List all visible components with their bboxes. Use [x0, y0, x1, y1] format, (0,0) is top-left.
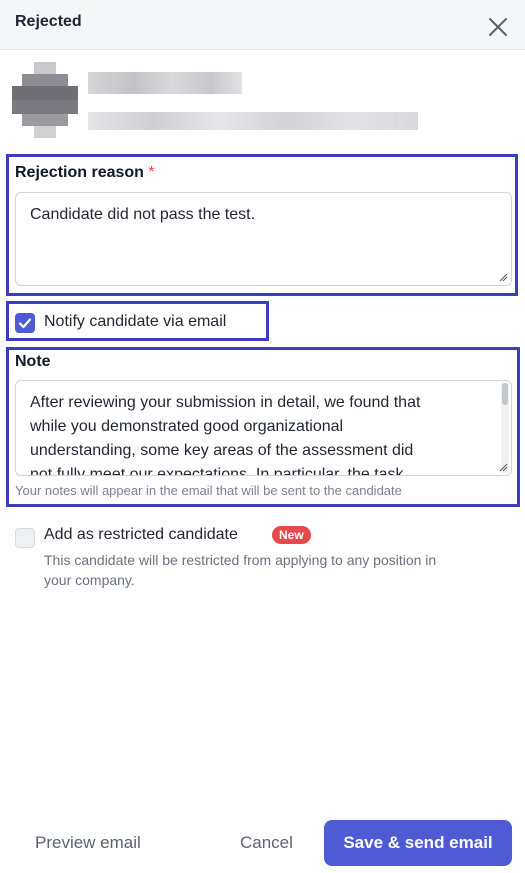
note-line: understanding, some key areas of the ass… — [30, 442, 414, 459]
note-hint: Your notes will appear in the email that… — [15, 483, 402, 498]
note-scroll-thumb[interactable] — [502, 383, 508, 405]
check-icon — [18, 318, 32, 329]
close-button[interactable] — [484, 14, 512, 40]
candidate-email-blurred — [88, 112, 418, 130]
rejection-reason-label: Rejection reason * — [15, 164, 155, 182]
candidate-summary — [12, 62, 432, 140]
rejection-reason-input[interactable]: Candidate did not pass the test. — [15, 192, 512, 286]
candidate-name-blurred — [88, 72, 242, 94]
cancel-button[interactable]: Cancel — [240, 833, 293, 853]
notify-checkbox[interactable] — [15, 313, 35, 333]
note-line: not fully meet our expectations. In part… — [30, 466, 404, 476]
resize-grip-icon[interactable] — [498, 272, 508, 282]
restricted-description-line: your company. — [44, 572, 135, 588]
restricted-checkbox[interactable] — [15, 528, 35, 548]
restricted-description-line: This candidate will be restricted from a… — [44, 552, 437, 568]
restricted-label[interactable]: Add as restricted candidate — [44, 526, 238, 544]
dialog-header: Rejected — [0, 0, 525, 50]
resize-grip-icon[interactable] — [498, 462, 508, 472]
note-line: After reviewing your submission in detai… — [30, 394, 421, 411]
restricted-description: This candidate will be restricted from a… — [44, 550, 436, 590]
note-label: Note — [15, 353, 51, 370]
save-send-email-button[interactable]: Save & send email — [324, 820, 512, 866]
required-mark: * — [148, 164, 155, 181]
note-line: while you demonstrated good organization… — [30, 418, 344, 435]
rejection-reason-value: Candidate did not pass the test. — [30, 206, 256, 223]
avatar — [12, 62, 80, 138]
rejection-reason-label-text: Rejection reason — [15, 164, 144, 181]
note-input[interactable]: After reviewing your submission in detai… — [15, 380, 512, 476]
new-badge: New — [272, 526, 311, 544]
note-scrollbar[interactable] — [501, 383, 509, 473]
preview-email-button[interactable]: Preview email — [35, 833, 141, 853]
notify-label[interactable]: Notify candidate via email — [44, 313, 226, 331]
dialog-title: Rejected — [15, 13, 82, 30]
close-icon — [489, 18, 507, 36]
